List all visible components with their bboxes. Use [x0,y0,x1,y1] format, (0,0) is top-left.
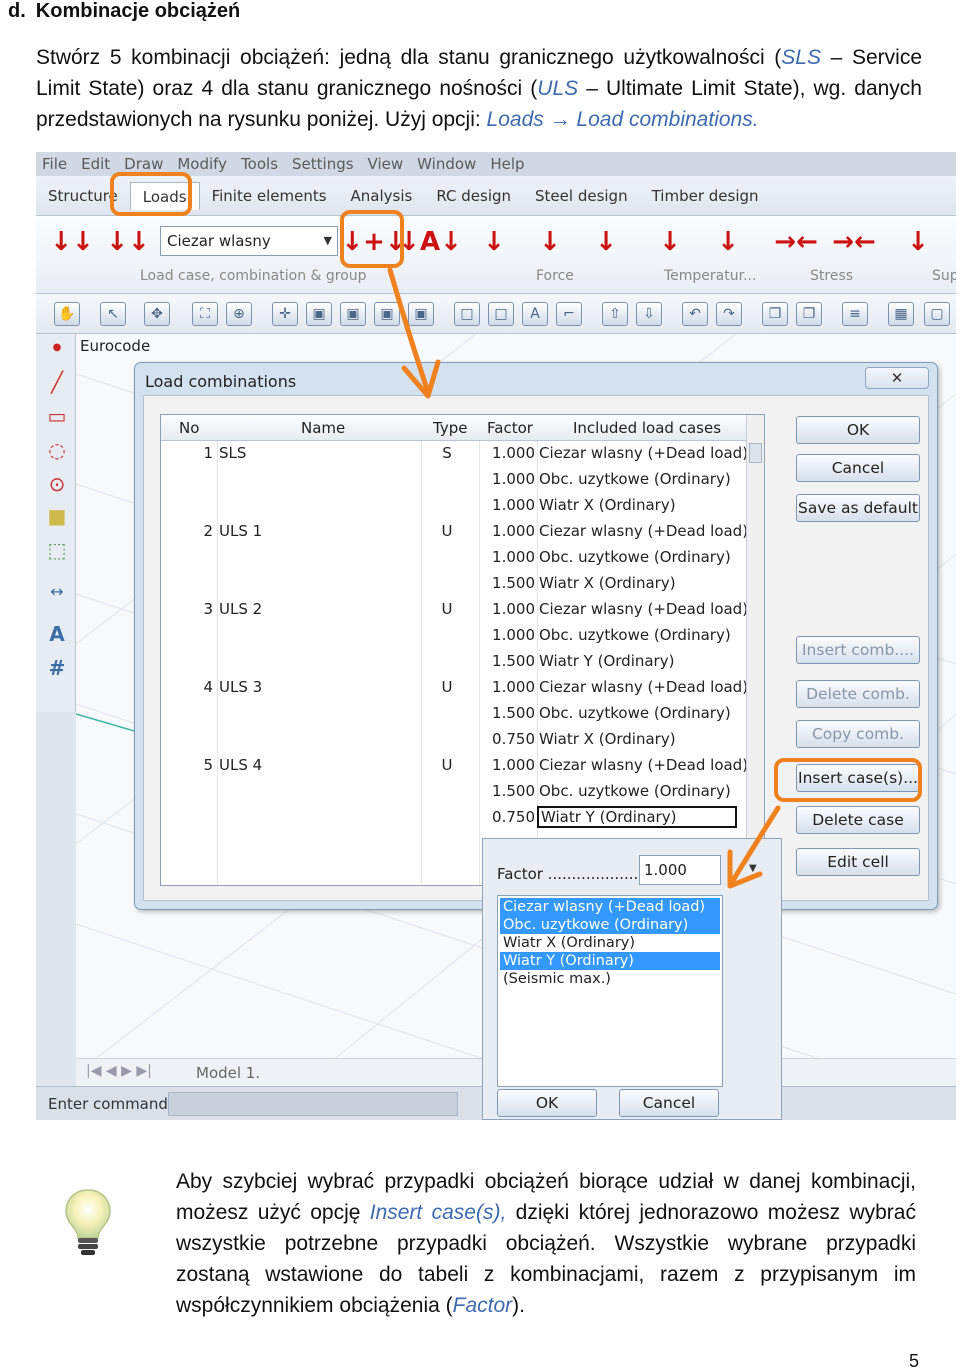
intro-uls: ULS [537,77,579,100]
intro-paragraph: Stwórz 5 kombinacji obciążeń: jedną dla … [36,42,922,135]
lightbulb-icon [65,1189,111,1255]
intro-text-1: Stwórz 5 kombinacji obciążeń: jedną dla … [36,46,782,69]
tip-paragraph: Aby szybciej wybrać przypadki obciążeń b… [176,1166,916,1321]
tip-option: Insert case(s), [369,1201,507,1224]
section-heading: d. Kombinacje obciążeń [8,0,240,23]
intro-sls: SLS [781,46,821,69]
app-screenshot: File Edit Draw Modify Tools Settings Vie… [36,152,956,1120]
intro-option: Loads → Load combinations. [486,108,759,131]
page-number: 5 [909,1351,920,1369]
tip-factor: Factor [452,1294,513,1317]
guide-arrows [387,267,781,889]
tip-text-3: ). [512,1294,525,1317]
section-title: Kombinacje obciążeń [35,0,241,22]
section-letter: d. [8,0,26,22]
